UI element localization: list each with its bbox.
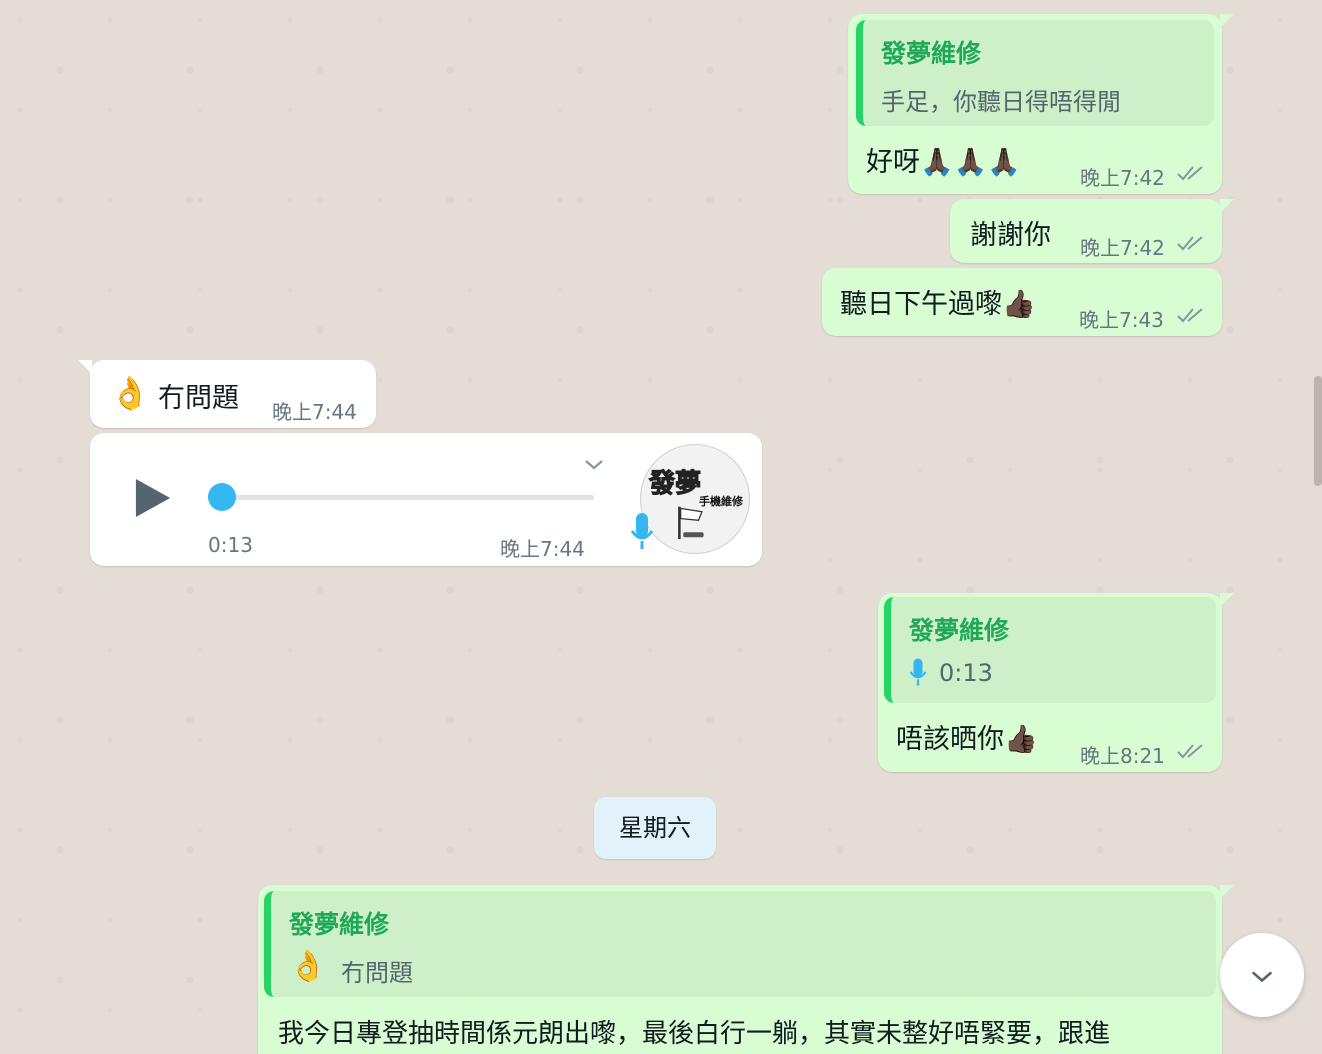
date-separator: 星期六 — [594, 797, 716, 859]
message-time: 晚上7:44 — [272, 400, 357, 424]
message-text: 我今日專登抽時間係元朗出嚟，最後白行一躺，其實未整好唔緊要，跟進 — [278, 1019, 1111, 1049]
quote-text: 手足，你聽日得唔得閒 — [881, 88, 1121, 116]
chevron-down-icon[interactable] — [582, 453, 606, 477]
double-check-icon — [1177, 166, 1203, 181]
voice-progress-knob[interactable] — [208, 483, 236, 511]
outgoing-message-2[interactable]: 謝謝你 晚上7:42 — [950, 199, 1234, 263]
outgoing-message-1[interactable]: 發夢維修 手足，你聽日得唔得閒 好呀🙏🏿🙏🏿🙏🏿 晚上7:42 — [848, 14, 1234, 194]
ok-hand-emoji: 👌 — [110, 374, 150, 412]
quote-sender-name: 發夢維修 — [909, 616, 1010, 645]
avatar-title: 發夢 — [648, 469, 702, 500]
voice-progress-track[interactable] — [222, 495, 594, 500]
quote-emoji: 👌 — [289, 949, 327, 984]
play-icon[interactable] — [134, 477, 172, 519]
message-time: 晚上7:43 — [1079, 308, 1164, 332]
mic-icon — [909, 658, 927, 686]
quote-sender-name: 發夢維修 — [881, 39, 982, 68]
message-time: 晚上7:42 — [1080, 166, 1165, 190]
quote-text: 冇問題 — [341, 959, 413, 987]
quote-text: 0:13 — [939, 659, 993, 687]
outgoing-message-5[interactable]: 發夢維修 👌 冇問題 我今日專登抽時間係元朗出嚟，最後白行一躺，其實未整好唔緊要… — [258, 885, 1234, 1054]
chat-scrollbar[interactable] — [1314, 376, 1322, 486]
message-text: 唔該晒你👍🏿 — [896, 724, 1038, 755]
scroll-to-bottom-button[interactable] — [1220, 933, 1304, 1017]
outgoing-message-4[interactable]: 發夢維修 0:13 唔該晒你👍🏿 晚上8:21 — [878, 593, 1234, 772]
quoted-message[interactable]: 發夢維修 0:13 — [884, 597, 1216, 703]
message-time: 晚上7:44 — [500, 537, 585, 561]
sender-avatar[interactable]: 發夢 手機維修 — [640, 444, 750, 554]
outgoing-message-3[interactable]: 聽日下午過嚟👍🏿 晚上7:43 — [822, 268, 1222, 336]
double-check-icon — [1177, 744, 1203, 759]
incoming-voice-message[interactable]: 0:13 晚上7:44 發夢 手機維修 — [90, 433, 762, 566]
flag-icon — [678, 506, 704, 539]
message-text: 冇問題 — [158, 383, 239, 414]
message-time: 晚上8:21 — [1080, 744, 1165, 768]
voice-duration: 0:13 — [208, 533, 253, 557]
message-time: 晚上7:42 — [1080, 236, 1165, 260]
mic-icon — [630, 513, 654, 549]
message-text: 聽日下午過嚟👍🏿 — [840, 289, 1036, 320]
chevron-down-icon — [1251, 971, 1273, 983]
quoted-message[interactable]: 發夢維修 👌 冇問題 — [264, 891, 1216, 997]
message-text: 好呀🙏🏿🙏🏿🙏🏿 — [866, 147, 1021, 178]
message-text: 謝謝你 — [970, 220, 1051, 251]
double-check-icon — [1177, 308, 1203, 323]
double-check-icon — [1177, 236, 1203, 251]
incoming-message-1[interactable]: 👌 冇問題 晚上7:44 — [78, 360, 376, 428]
quoted-message[interactable]: 發夢維修 手足，你聽日得唔得閒 — [856, 20, 1214, 126]
quote-sender-name: 發夢維修 — [289, 910, 390, 939]
